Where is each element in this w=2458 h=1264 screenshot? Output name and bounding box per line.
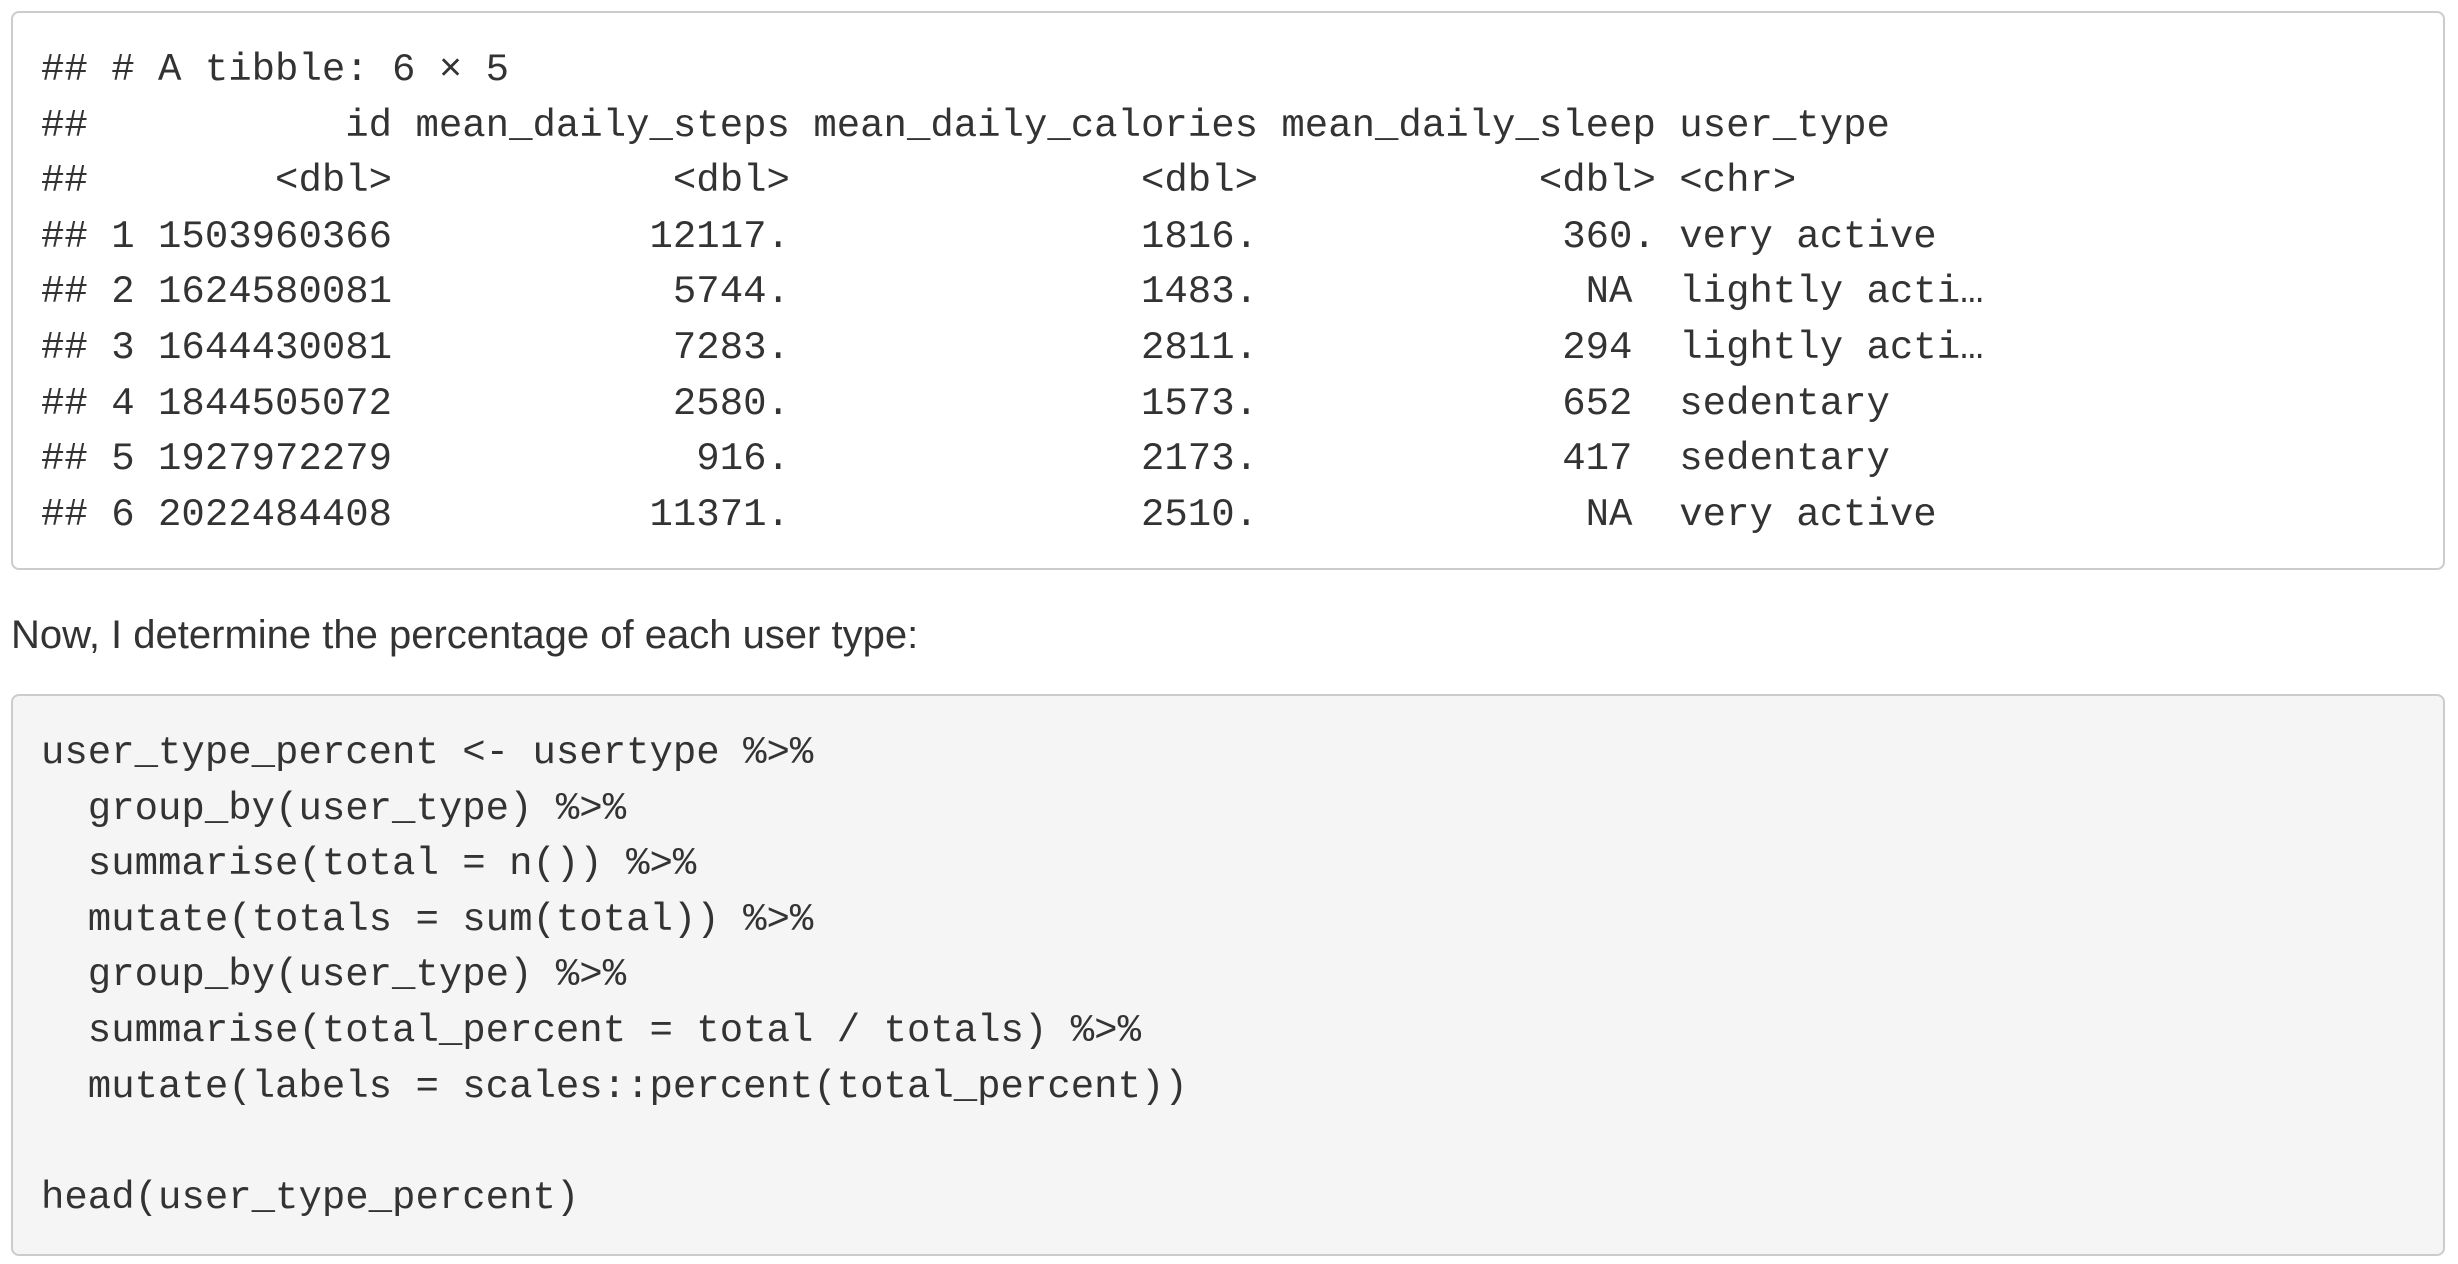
output-line: ## 6 2022484408 11371. 2510. NA very act… (41, 492, 1937, 537)
code-line: mutate(labels = scales::percent(total_pe… (41, 1064, 1188, 1109)
output-line: ## 5 1927972279 916. 2173. 417 sedentary (41, 437, 1890, 482)
r-code-block: user_type_percent <- usertype %>% group_… (11, 694, 2445, 1256)
output-line: ## 1 1503960366 12117. 1816. 360. very a… (41, 214, 1937, 259)
code-line: summarise(total = n()) %>% (41, 842, 697, 887)
code-line: summarise(total_percent = total / totals… (41, 1008, 1141, 1053)
output-line: ## id mean_daily_steps mean_daily_calori… (41, 103, 1890, 148)
output-line: ## <dbl> <dbl> <dbl> <dbl> <chr> (41, 159, 1797, 204)
r-output-block: ## # A tibble: 6 × 5 ## id mean_daily_st… (11, 11, 2445, 570)
output-line: ## # A tibble: 6 × 5 (41, 48, 510, 92)
code-line: group_by(user_type) %>% (41, 953, 627, 998)
output-line: ## 2 1624580081 5744. 1483. NA lightly a… (41, 270, 1984, 315)
output-line: ## 4 1844505072 2580. 1573. 652 sedentar… (41, 381, 1890, 426)
body-paragraph: Now, I determine the percentage of each … (11, 613, 919, 657)
output-line: ## 3 1644430081 7283. 2811. 294 lightly … (41, 325, 1984, 370)
code-line: group_by(user_type) %>% (41, 786, 627, 831)
code-line: user_type_percent <- usertype %>% (41, 731, 814, 775)
code-line: head(user_type_percent) (41, 1175, 580, 1220)
code-line: mutate(totals = sum(total)) %>% (41, 897, 814, 942)
